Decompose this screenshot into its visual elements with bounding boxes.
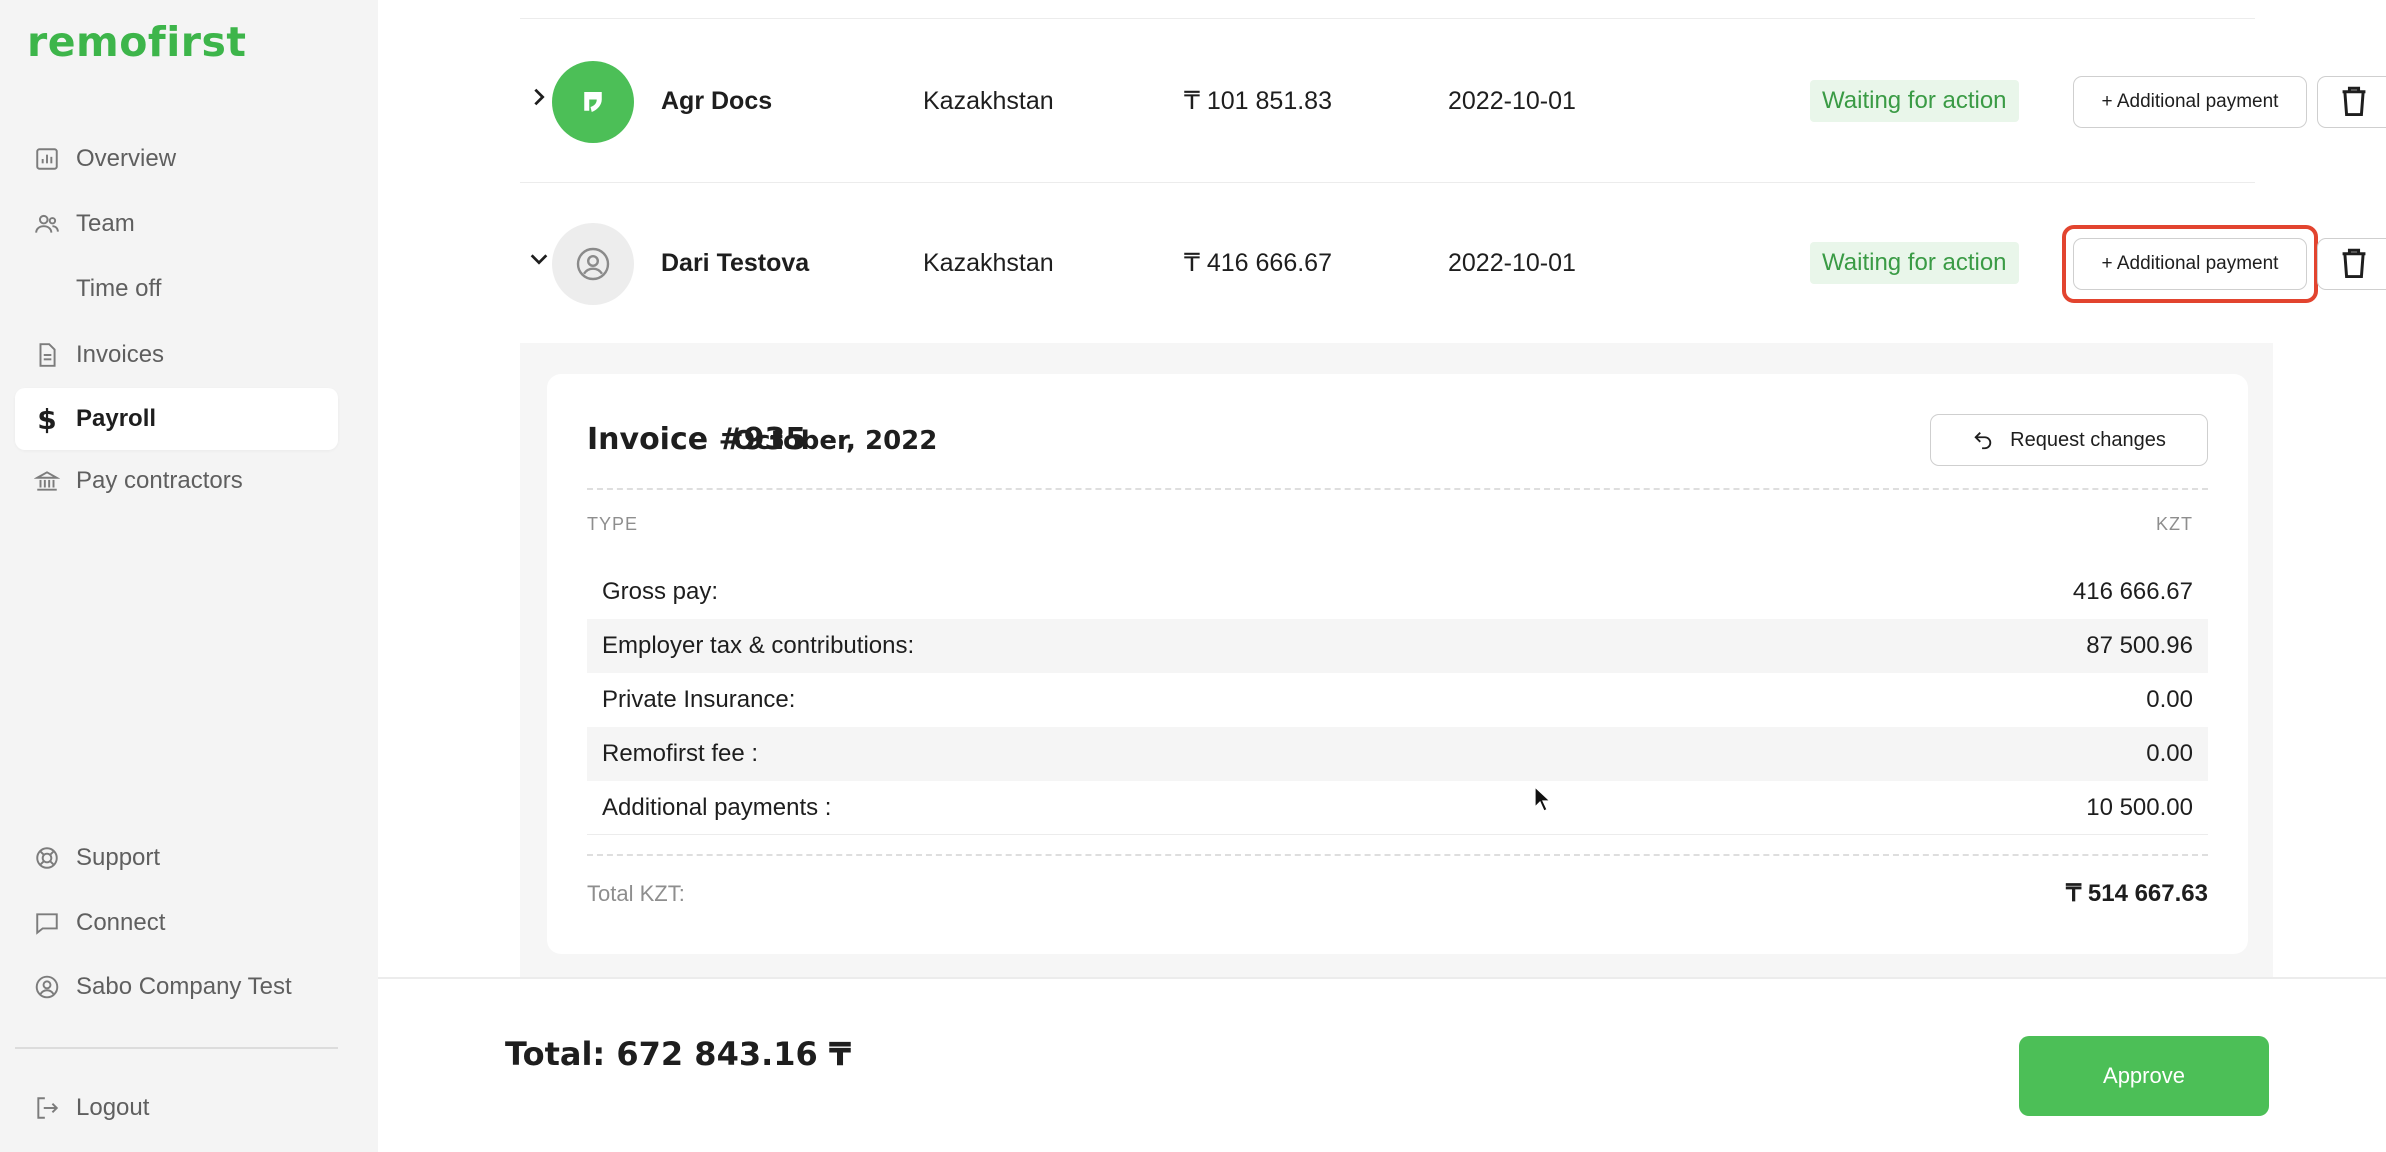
invoice-line: Additional payments : 10 500.00 <box>587 781 2208 835</box>
additional-payment-button[interactable]: + Additional payment <box>2073 76 2307 128</box>
employee-country: Kazakhstan <box>923 86 1054 115</box>
request-changes-label: Request changes <box>2010 428 2166 451</box>
invoice-total-value: ₸ 514 667.63 <box>2065 880 2208 907</box>
app-logo[interactable]: remofirst <box>27 18 247 66</box>
sidebar-divider <box>15 1047 338 1049</box>
sidebar-item-overview[interactable]: Overview <box>15 128 338 190</box>
sidebar-item-account[interactable]: Sabo Company Test <box>15 956 338 1018</box>
sidebar: remofirst Overview Team Time off Invoice… <box>0 0 378 1152</box>
sidebar-item-label: Team <box>76 210 135 237</box>
trash-icon <box>2342 248 2366 279</box>
request-changes-button[interactable]: Request changes <box>1930 414 2208 466</box>
line-label: Gross pay: <box>602 578 719 605</box>
column-header-type: TYPE <box>587 514 639 534</box>
document-icon <box>32 340 62 370</box>
sidebar-item-label: Support <box>76 844 161 871</box>
line-value: 10 500.00 <box>2086 793 2193 821</box>
users-icon <box>32 209 62 239</box>
sidebar-item-label: Invoices <box>76 341 165 368</box>
chevron-right-icon[interactable] <box>528 86 550 108</box>
sidebar-item-label: Logout <box>76 1094 150 1121</box>
table-row[interactable]: Dari Testova Kazakhstan ₸ 416 666.67 202… <box>520 183 2386 343</box>
dollar-icon: $ <box>37 402 57 436</box>
footer-bar: Total: 672 843.16 ₸ Approve <box>378 977 2386 1152</box>
employee-amount: ₸ 416 666.67 <box>1184 249 1332 277</box>
payroll-date: 2022-10-01 <box>1448 248 1576 277</box>
line-label: Remofirst fee : <box>602 740 759 767</box>
chevron-down-icon[interactable] <box>528 248 550 270</box>
avatar <box>552 223 634 305</box>
sidebar-item-pay-contractors[interactable]: Pay contractors <box>15 450 338 512</box>
delete-button[interactable] <box>2317 76 2386 128</box>
status-badge: Waiting for action <box>1810 242 2019 284</box>
sidebar-item-support[interactable]: Support <box>15 827 338 889</box>
dashed-divider <box>587 488 2208 490</box>
user-circle-icon <box>32 972 62 1002</box>
invoice-line: Private Insurance: 0.00 <box>587 673 2208 727</box>
avatar <box>552 61 634 143</box>
line-value: 0.00 <box>2146 686 2193 713</box>
invoice-line: Employer tax & contributions: 87 500.96 <box>587 619 2208 673</box>
sidebar-item-label: Overview <box>76 145 177 172</box>
line-value: 0.00 <box>2146 740 2193 767</box>
employee-name: Dari Testova <box>661 248 810 277</box>
sidebar-item-label: Time off <box>76 275 162 302</box>
dashed-divider <box>587 854 2208 856</box>
company-logo-icon <box>584 92 602 112</box>
invoice-line: Remofirst fee : 0.00 <box>587 727 2208 781</box>
payroll-date: 2022-10-01 <box>1448 86 1576 115</box>
sidebar-item-time-off[interactable]: Time off <box>15 258 338 320</box>
invoice-total-label: Total KZT: <box>587 881 685 906</box>
lifebuoy-icon <box>32 843 62 873</box>
undo-icon <box>1974 432 1992 450</box>
bank-icon <box>32 466 62 496</box>
row-divider <box>520 18 2255 19</box>
grand-total: Total: 672 843.16 ₸ <box>505 1035 852 1073</box>
sidebar-item-invoices[interactable]: Invoices <box>15 324 338 386</box>
invoice-card: Invoice #935 October, 2022 Request chang… <box>547 374 2248 954</box>
sidebar-item-team[interactable]: Team <box>15 193 338 255</box>
sidebar-item-label: Sabo Company Test <box>76 973 292 1000</box>
employee-amount: ₸ 101 851.83 <box>1184 87 1332 115</box>
status-badge: Waiting for action <box>1810 80 2019 122</box>
chart-icon <box>32 144 62 174</box>
additional-payment-button[interactable]: + Additional payment <box>2073 238 2307 290</box>
line-label: Employer tax & contributions: <box>602 632 915 659</box>
mouse-cursor-icon <box>1534 785 1552 812</box>
sidebar-item-label: Connect <box>76 909 166 936</box>
line-value: 87 500.96 <box>2086 632 2193 659</box>
line-label: Additional payments : <box>602 793 832 821</box>
invoice-line: Gross pay: 416 666.67 <box>587 565 2208 619</box>
employee-country: Kazakhstan <box>923 248 1054 277</box>
user-placeholder-icon <box>576 247 610 281</box>
trash-icon <box>2342 86 2366 117</box>
chat-icon <box>32 908 62 938</box>
employee-name: Agr Docs <box>661 86 773 115</box>
sidebar-item-connect[interactable]: Connect <box>15 892 338 954</box>
sidebar-item-label: Payroll <box>76 405 157 432</box>
sidebar-item-logout[interactable]: Logout <box>15 1077 338 1139</box>
column-header-currency: KZT <box>2156 514 2193 534</box>
sidebar-item-label: Pay contractors <box>76 467 243 494</box>
line-label: Private Insurance: <box>602 686 796 713</box>
invoice-period: October, 2022 <box>733 426 938 456</box>
approve-button[interactable]: Approve <box>2019 1036 2269 1116</box>
logout-icon <box>32 1093 62 1123</box>
table-row[interactable]: Agr Docs Kazakhstan ₸ 101 851.83 2022-10… <box>520 21 2386 181</box>
line-value: 416 666.67 <box>2072 578 2193 605</box>
delete-button[interactable] <box>2317 238 2386 290</box>
sidebar-item-payroll[interactable]: $ Payroll <box>15 388 338 450</box>
